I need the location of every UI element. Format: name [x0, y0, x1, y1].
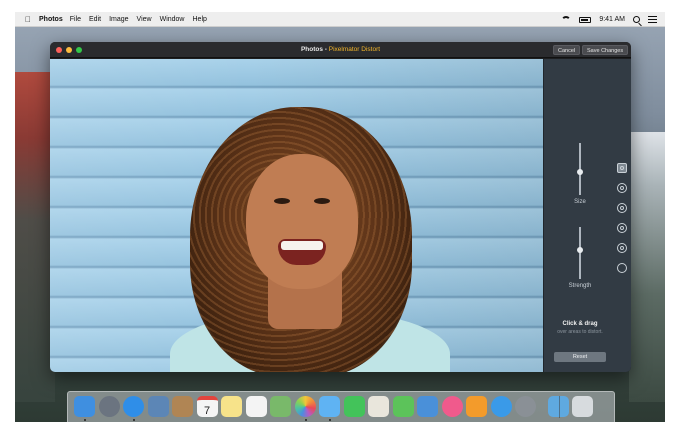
- photos-icon[interactable]: [294, 396, 316, 417]
- strength-label: Strength: [568, 283, 592, 289]
- photo-subject-smile: [278, 239, 326, 265]
- trash-icon[interactable]: [572, 396, 593, 417]
- system-preferences-icon[interactable]: [515, 396, 536, 417]
- dock: 7: [67, 391, 615, 422]
- menu-bar:  Photos File Edit Image View Window Hel…: [15, 12, 665, 27]
- reset-button[interactable]: Reset: [554, 352, 606, 362]
- photos-edit-window: Photos - Pixelmator Distort Cancel Save …: [50, 42, 631, 372]
- menu-window[interactable]: Window: [160, 16, 185, 23]
- pinch-tool-icon[interactable]: [617, 203, 627, 213]
- textedit-icon[interactable]: [368, 396, 389, 417]
- size-slider-knob[interactable]: [577, 168, 583, 175]
- photo-subject-face: [246, 154, 358, 289]
- desktop:  Photos File Edit Image View Window Hel…: [15, 12, 665, 422]
- ibooks-icon[interactable]: [466, 396, 487, 417]
- cancel-button[interactable]: Cancel: [553, 45, 581, 55]
- distort-tools-panel: Size Strength Click & drag over areas to…: [543, 59, 631, 372]
- running-indicator: [133, 419, 135, 421]
- restore-tool-icon[interactable]: [617, 263, 627, 273]
- menu-image[interactable]: Image: [109, 16, 128, 23]
- menubar-clock[interactable]: 9:41 AM: [599, 16, 625, 23]
- running-indicator: [304, 419, 307, 421]
- contacts-icon[interactable]: [172, 396, 193, 417]
- app-store-icon[interactable]: [490, 396, 512, 417]
- hint-title: Click & drag: [562, 321, 598, 327]
- photo-canvas[interactable]: [50, 59, 543, 372]
- dock-separator: [559, 396, 560, 418]
- spotlight-icon[interactable]: [633, 16, 640, 23]
- photo-subject-eye-right: [314, 198, 330, 204]
- window-title: Photos - Pixelmator Distort: [50, 46, 631, 53]
- menu-view[interactable]: View: [137, 16, 152, 23]
- notification-center-icon[interactable]: [648, 16, 657, 23]
- menu-edit[interactable]: Edit: [89, 16, 101, 23]
- warp-tool-icon[interactable]: [617, 163, 627, 173]
- finder-icon[interactable]: [74, 396, 95, 417]
- keynote-icon[interactable]: [417, 396, 438, 417]
- preview-icon[interactable]: [147, 396, 169, 417]
- menu-file[interactable]: File: [70, 16, 81, 23]
- battery-icon[interactable]: [579, 16, 592, 23]
- photo-subject-eye-left: [274, 198, 290, 204]
- notes-icon[interactable]: [221, 396, 242, 417]
- wifi-icon[interactable]: [561, 16, 572, 23]
- running-indicator: [84, 419, 86, 421]
- apple-menu-icon[interactable]: : [21, 15, 35, 24]
- twirl-right-tool-icon[interactable]: [617, 223, 627, 233]
- downloads-folder-icon[interactable]: [547, 396, 569, 417]
- menu-app-name[interactable]: Photos: [39, 16, 63, 23]
- reminders-icon[interactable]: [245, 396, 267, 417]
- twirl-left-tool-icon[interactable]: [617, 243, 627, 253]
- safari-icon[interactable]: [123, 396, 144, 417]
- save-changes-button[interactable]: Save Changes: [582, 45, 629, 55]
- bump-tool-icon[interactable]: [617, 183, 627, 193]
- launchpad-icon[interactable]: [98, 396, 120, 417]
- window-title-app: Photos: [300, 46, 323, 53]
- numbers-icon[interactable]: [392, 396, 414, 417]
- messages-icon[interactable]: [319, 396, 340, 417]
- itunes-icon[interactable]: [441, 396, 463, 417]
- desktop-wallpaper-right: [629, 132, 665, 402]
- strength-slider-knob[interactable]: [577, 247, 583, 254]
- menu-help[interactable]: Help: [193, 16, 207, 23]
- calendar-icon[interactable]: 7: [196, 396, 218, 417]
- size-label: Size: [574, 199, 586, 205]
- window-title-plugin: Pixelmator Distort: [328, 46, 381, 53]
- running-indicator: [329, 419, 331, 421]
- title-bar: Photos - Pixelmator Distort Cancel Save …: [50, 42, 631, 58]
- hint-subtitle: over areas to distort.: [557, 329, 603, 335]
- facetime-icon[interactable]: [343, 396, 365, 417]
- desktop-wallpaper-left: [15, 72, 55, 402]
- maps-icon[interactable]: [270, 396, 291, 417]
